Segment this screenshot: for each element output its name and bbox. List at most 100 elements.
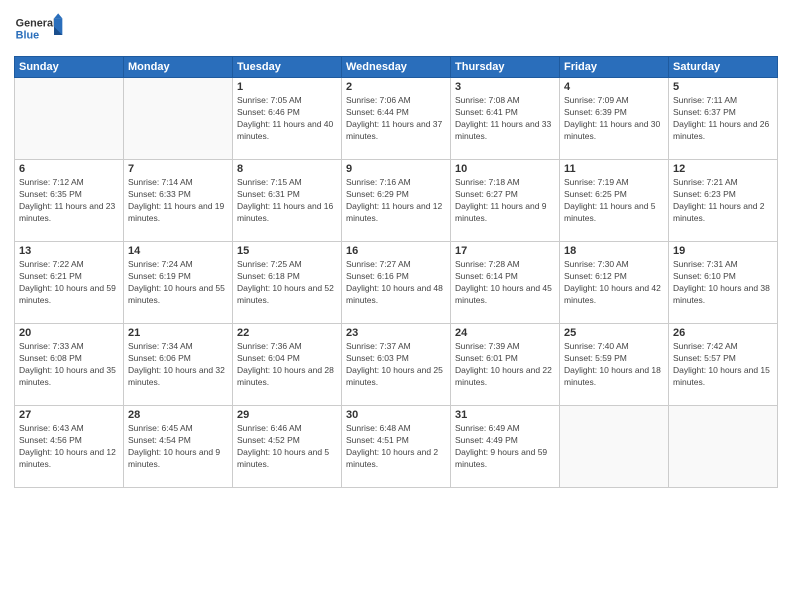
day-number: 19 — [673, 245, 773, 257]
day-info: Sunrise: 7:16 AM Sunset: 6:29 PM Dayligh… — [346, 177, 446, 225]
weekday-header-wednesday: Wednesday — [342, 57, 451, 78]
calendar-cell: 31 Sunrise: 6:49 AM Sunset: 4:49 PM Dayli… — [451, 406, 560, 488]
day-info: Sunrise: 7:14 AM Sunset: 6:33 PM Dayligh… — [128, 177, 228, 225]
day-info: Sunrise: 7:11 AM Sunset: 6:37 PM Dayligh… — [673, 95, 773, 143]
day-number: 28 — [128, 409, 228, 421]
calendar-cell: 3 Sunrise: 7:08 AM Sunset: 6:41 PM Daylig… — [451, 78, 560, 160]
calendar-cell: 4Sunrise: 7:09 AM Sunset: 6:39 PM Daylig… — [560, 78, 669, 160]
day-number: 26 — [673, 327, 773, 339]
day-number: 12 — [673, 163, 773, 175]
calendar-cell: 2 Sunrise: 7:06 AM Sunset: 6:44 PM Daylig… — [342, 78, 451, 160]
day-number: 29 — [237, 409, 337, 421]
calendar-table: SundayMondayTuesdayWednesdayThursdayFrid… — [14, 56, 778, 488]
day-number: 31 — [455, 409, 555, 421]
day-number: 9 — [346, 163, 446, 175]
calendar-cell: 29 Sunrise: 6:46 AM Sunset: 4:52 PM Dayli… — [233, 406, 342, 488]
day-number: 21 — [128, 327, 228, 339]
calendar-cell: 25 Sunrise: 7:40 AM Sunset: 5:59 PM Dayli… — [560, 324, 669, 406]
day-info: Sunrise: 7:09 AM Sunset: 6:39 PM Dayligh… — [564, 95, 664, 143]
calendar-cell: 8 Sunrise: 7:15 AM Sunset: 6:31 PM Daylig… — [233, 160, 342, 242]
day-number: 6 — [19, 163, 119, 175]
day-info: Sunrise: 7:36 AM Sunset: 6:04 PM Dayligh… — [237, 341, 337, 389]
day-number: 25 — [564, 327, 664, 339]
calendar-cell: 10 Sunrise: 7:18 AM Sunset: 6:27 PM Dayli… — [451, 160, 560, 242]
day-info: Sunrise: 7:37 AM Sunset: 6:03 PM Dayligh… — [346, 341, 446, 389]
weekday-header-monday: Monday — [124, 57, 233, 78]
day-info: Sunrise: 6:45 AM Sunset: 4:54 PM Dayligh… — [128, 423, 228, 471]
day-number: 10 — [455, 163, 555, 175]
calendar-cell: 1 Sunrise: 7:05 AM Sunset: 6:46 PM Daylig… — [233, 78, 342, 160]
day-info: Sunrise: 6:43 AM Sunset: 4:56 PM Dayligh… — [19, 423, 119, 471]
day-number: 30 — [346, 409, 446, 421]
day-info: Sunrise: 7:22 AM Sunset: 6:21 PM Dayligh… — [19, 259, 119, 307]
weekday-header-sunday: Sunday — [15, 57, 124, 78]
day-number: 1 — [237, 81, 337, 93]
calendar-cell: 11 Sunrise: 7:19 AM Sunset: 6:25 PM Dayli… — [560, 160, 669, 242]
calendar-cell: 20 Sunrise: 7:33 AM Sunset: 6:08 PM Dayli… — [15, 324, 124, 406]
day-info: Sunrise: 7:33 AM Sunset: 6:08 PM Dayligh… — [19, 341, 119, 389]
day-info: Sunrise: 7:18 AM Sunset: 6:27 PM Dayligh… — [455, 177, 555, 225]
day-info: Sunrise: 6:48 AM Sunset: 4:51 PM Dayligh… — [346, 423, 446, 471]
day-number: 16 — [346, 245, 446, 257]
calendar-cell: 7Sunrise: 7:14 AM Sunset: 6:33 PM Daylig… — [124, 160, 233, 242]
calendar-week-2: 6 Sunrise: 7:12 AM Sunset: 6:35 PM Daylig… — [15, 160, 778, 242]
calendar-cell: 5 Sunrise: 7:11 AM Sunset: 6:37 PM Daylig… — [669, 78, 778, 160]
day-number: 20 — [19, 327, 119, 339]
day-info: Sunrise: 7:05 AM Sunset: 6:46 PM Dayligh… — [237, 95, 337, 143]
calendar-cell: 13Sunrise: 7:22 AM Sunset: 6:21 PM Dayli… — [15, 242, 124, 324]
page-container: General Blue SundayMondayTuesdayWednesda… — [0, 0, 792, 612]
day-number: 24 — [455, 327, 555, 339]
day-info: Sunrise: 6:46 AM Sunset: 4:52 PM Dayligh… — [237, 423, 337, 471]
calendar-cell: 24 Sunrise: 7:39 AM Sunset: 6:01 PM Dayli… — [451, 324, 560, 406]
weekday-header-saturday: Saturday — [669, 57, 778, 78]
weekday-header-row: SundayMondayTuesdayWednesdayThursdayFrid… — [15, 57, 778, 78]
calendar-week-1: 1 Sunrise: 7:05 AM Sunset: 6:46 PM Daylig… — [15, 78, 778, 160]
day-info: Sunrise: 7:19 AM Sunset: 6:25 PM Dayligh… — [564, 177, 664, 225]
day-number: 14 — [128, 245, 228, 257]
day-info: Sunrise: 7:25 AM Sunset: 6:18 PM Dayligh… — [237, 259, 337, 307]
calendar-cell: 6 Sunrise: 7:12 AM Sunset: 6:35 PM Daylig… — [15, 160, 124, 242]
logo-icon: General Blue — [14, 10, 64, 50]
day-info: Sunrise: 7:08 AM Sunset: 6:41 PM Dayligh… — [455, 95, 555, 143]
weekday-header-thursday: Thursday — [451, 57, 560, 78]
day-number: 2 — [346, 81, 446, 93]
logo: General Blue — [14, 10, 64, 50]
day-info: Sunrise: 7:28 AM Sunset: 6:14 PM Dayligh… — [455, 259, 555, 307]
weekday-header-friday: Friday — [560, 57, 669, 78]
day-number: 27 — [19, 409, 119, 421]
calendar-cell: 14 Sunrise: 7:24 AM Sunset: 6:19 PM Dayli… — [124, 242, 233, 324]
calendar-cell: 16 Sunrise: 7:27 AM Sunset: 6:16 PM Dayli… — [342, 242, 451, 324]
svg-text:General: General — [16, 18, 56, 30]
day-number: 18 — [564, 245, 664, 257]
calendar-cell — [560, 406, 669, 488]
day-info: Sunrise: 7:30 AM Sunset: 6:12 PM Dayligh… — [564, 259, 664, 307]
svg-text:Blue: Blue — [16, 29, 39, 41]
calendar-cell: 15Sunrise: 7:25 AM Sunset: 6:18 PM Dayli… — [233, 242, 342, 324]
day-number: 11 — [564, 163, 664, 175]
calendar-cell: 22 Sunrise: 7:36 AM Sunset: 6:04 PM Dayli… — [233, 324, 342, 406]
day-number: 8 — [237, 163, 337, 175]
day-info: Sunrise: 7:31 AM Sunset: 6:10 PM Dayligh… — [673, 259, 773, 307]
day-info: Sunrise: 7:06 AM Sunset: 6:44 PM Dayligh… — [346, 95, 446, 143]
day-info: Sunrise: 7:34 AM Sunset: 6:06 PM Dayligh… — [128, 341, 228, 389]
calendar-week-4: 20 Sunrise: 7:33 AM Sunset: 6:08 PM Dayli… — [15, 324, 778, 406]
calendar-cell: 21 Sunrise: 7:34 AM Sunset: 6:06 PM Dayli… — [124, 324, 233, 406]
day-number: 3 — [455, 81, 555, 93]
calendar-cell — [15, 78, 124, 160]
calendar-cell — [124, 78, 233, 160]
day-info: Sunrise: 7:12 AM Sunset: 6:35 PM Dayligh… — [19, 177, 119, 225]
day-number: 22 — [237, 327, 337, 339]
day-info: Sunrise: 6:49 AM Sunset: 4:49 PM Dayligh… — [455, 423, 555, 471]
day-info: Sunrise: 7:39 AM Sunset: 6:01 PM Dayligh… — [455, 341, 555, 389]
calendar-cell — [669, 406, 778, 488]
weekday-header-tuesday: Tuesday — [233, 57, 342, 78]
calendar-cell: 26Sunrise: 7:42 AM Sunset: 5:57 PM Dayli… — [669, 324, 778, 406]
day-info: Sunrise: 7:15 AM Sunset: 6:31 PM Dayligh… — [237, 177, 337, 225]
header: General Blue — [14, 10, 778, 50]
day-number: 5 — [673, 81, 773, 93]
calendar-cell: 9 Sunrise: 7:16 AM Sunset: 6:29 PM Daylig… — [342, 160, 451, 242]
day-info: Sunrise: 7:24 AM Sunset: 6:19 PM Dayligh… — [128, 259, 228, 307]
calendar-cell: 18 Sunrise: 7:30 AM Sunset: 6:12 PM Dayli… — [560, 242, 669, 324]
day-info: Sunrise: 7:40 AM Sunset: 5:59 PM Dayligh… — [564, 341, 664, 389]
day-info: Sunrise: 7:27 AM Sunset: 6:16 PM Dayligh… — [346, 259, 446, 307]
